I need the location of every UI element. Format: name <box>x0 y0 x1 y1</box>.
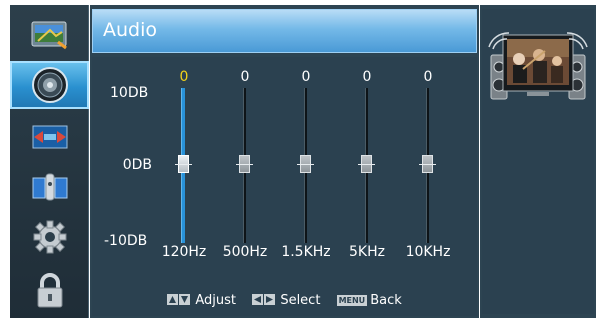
page-title: Audio <box>103 19 158 41</box>
equalizer: 10DB 0DB -10DB 0 120Hz 0 500Hz 0 1.5KHz … <box>92 57 477 316</box>
slider-knob[interactable] <box>297 155 314 173</box>
slider-knob[interactable] <box>236 155 253 173</box>
slider-knob[interactable] <box>175 155 192 173</box>
hint-adjust: Adjust <box>167 293 236 308</box>
slider-knob[interactable] <box>419 155 436 173</box>
sidebar <box>10 5 89 318</box>
right-arrow-icon <box>264 294 276 305</box>
sidebar-item-setup[interactable] <box>10 213 89 261</box>
sidebar-item-channel[interactable] <box>10 163 89 211</box>
screen-icon <box>32 125 67 149</box>
band-value: 0 <box>362 69 372 85</box>
sidebar-item-screen[interactable] <box>10 113 89 161</box>
hint-back: MENU Back <box>336 293 402 308</box>
hint-select-label: Select <box>280 293 321 308</box>
audio-panel: Audio 10DB 0DB -10DB 0 120Hz 0 500Hz 0 1… <box>90 5 479 318</box>
picture-icon <box>31 21 67 50</box>
sidebar-item-audio[interactable] <box>10 61 89 109</box>
down-arrow-icon <box>179 294 191 305</box>
satellite-icon <box>32 173 67 201</box>
hint-select: Select <box>252 293 320 308</box>
sidebar-item-lock[interactable] <box>10 267 89 315</box>
speaker-icon <box>31 67 68 103</box>
band-value: 0 <box>301 69 311 85</box>
hint-back-label: Back <box>370 293 402 308</box>
band-value: 0 <box>179 69 189 85</box>
menu-key-icon: MENU <box>336 295 368 306</box>
eq-band-5khz[interactable]: 0 5KHz <box>342 57 392 316</box>
db-label-top: 10DB <box>110 85 149 101</box>
band-value: 0 <box>240 69 250 85</box>
band-value: 0 <box>423 69 433 85</box>
eq-band-500hz[interactable]: 0 500Hz <box>220 57 270 316</box>
eq-band-10khz[interactable]: 0 10KHz <box>403 57 453 316</box>
key-hints: Adjust Select MENU Back <box>92 293 477 313</box>
up-arrow-icon <box>167 294 179 305</box>
title-bar: Audio <box>92 9 477 53</box>
tv-preview-icon <box>487 29 589 103</box>
preview-area <box>482 9 594 314</box>
hint-adjust-label: Adjust <box>195 293 237 308</box>
preview-panel <box>480 5 596 318</box>
gear-icon <box>33 220 66 254</box>
db-label-mid: 0DB <box>122 157 152 173</box>
eq-band-120hz[interactable]: 0 120Hz <box>159 57 209 316</box>
left-arrow-icon <box>252 294 264 305</box>
eq-band-1-5khz[interactable]: 0 1.5KHz <box>281 57 331 316</box>
lock-icon <box>37 273 62 308</box>
band-frequency: 10KHz <box>405 244 451 260</box>
sidebar-item-picture[interactable] <box>10 11 89 59</box>
slider-knob[interactable] <box>358 155 375 173</box>
